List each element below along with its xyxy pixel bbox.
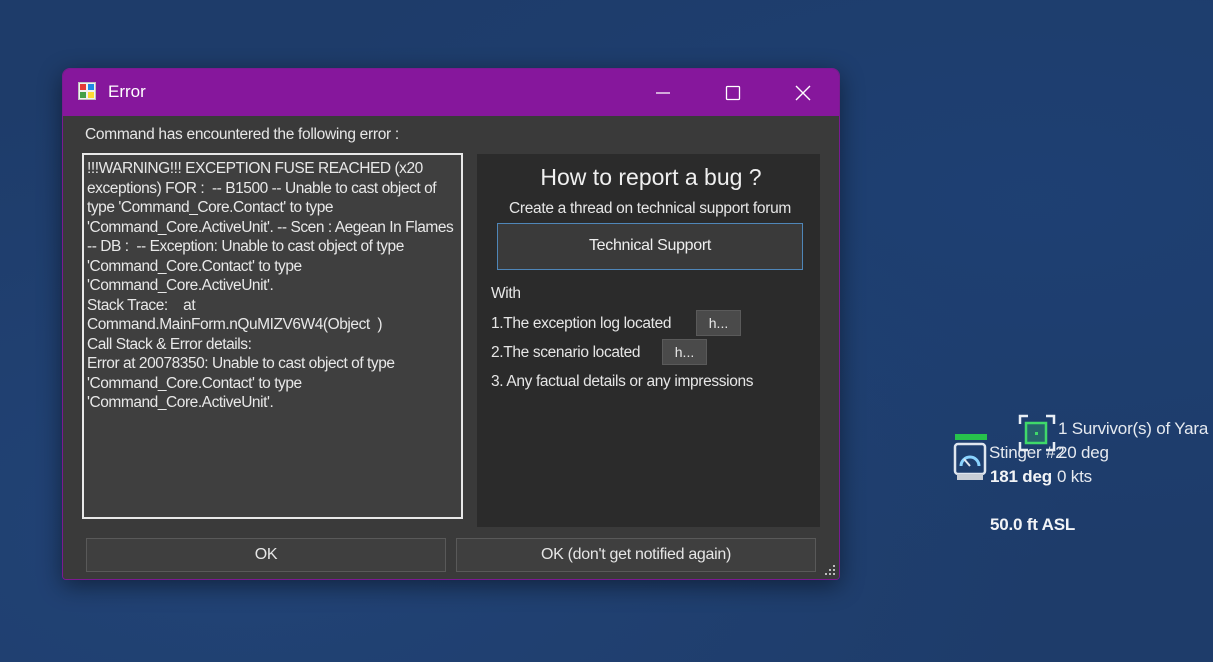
- step2-text: 2.The scenario located: [491, 344, 641, 361]
- maximize-button[interactable]: [699, 69, 767, 116]
- unit-altitude: 50.0 ft ASL: [990, 515, 1076, 534]
- step1-text: 1.The exception log located: [491, 315, 672, 332]
- ok-button[interactable]: OK: [86, 538, 446, 572]
- report-title: How to report a bug ?: [540, 164, 762, 190]
- with-label: With: [491, 285, 521, 302]
- close-button[interactable]: [769, 69, 837, 116]
- bug-report-panel: How to report a bug ? Create a thread on…: [477, 154, 820, 527]
- scenario-path-button[interactable]: h...: [662, 339, 707, 365]
- intro-text: Command has encountered the following er…: [85, 126, 399, 143]
- error-dialog: Error Command has encountered the follow…: [62, 68, 840, 580]
- step3-text: 3. Any factual details or any impression…: [491, 373, 754, 390]
- technical-support-button[interactable]: Technical Support: [497, 223, 803, 270]
- dialog-titlebar[interactable]: Error: [63, 69, 839, 116]
- close-icon: [795, 85, 811, 101]
- app-icon: [78, 82, 96, 100]
- survivor-heading: 20 deg: [1058, 443, 1109, 462]
- ok-dont-notify-button[interactable]: OK (don't get notified again): [456, 538, 816, 572]
- error-details-textbox[interactable]: !!!WARNING!!! EXCEPTION FUSE REACHED (x2…: [82, 153, 463, 519]
- minimize-icon: [656, 92, 670, 94]
- resize-grip-icon[interactable]: [824, 564, 836, 576]
- survivor-speed: 0 kts: [1057, 467, 1092, 486]
- unit-name-label: Stinger #2: [989, 443, 1065, 462]
- report-subtitle: Create a thread on technical support for…: [508, 200, 792, 217]
- unit-heading: 181 deg: [990, 467, 1052, 486]
- ship-unit-icon[interactable]: [953, 442, 987, 482]
- maximize-icon: [725, 85, 741, 101]
- unit-status-bar: [955, 434, 987, 440]
- survivor-label: 1 Survivor(s) of Yara: [1058, 419, 1209, 438]
- exception-log-path-button[interactable]: h...: [696, 310, 741, 336]
- dialog-body: Command has encountered the following er…: [63, 116, 839, 579]
- dialog-title: Error: [108, 82, 146, 101]
- minimize-button[interactable]: [629, 69, 697, 116]
